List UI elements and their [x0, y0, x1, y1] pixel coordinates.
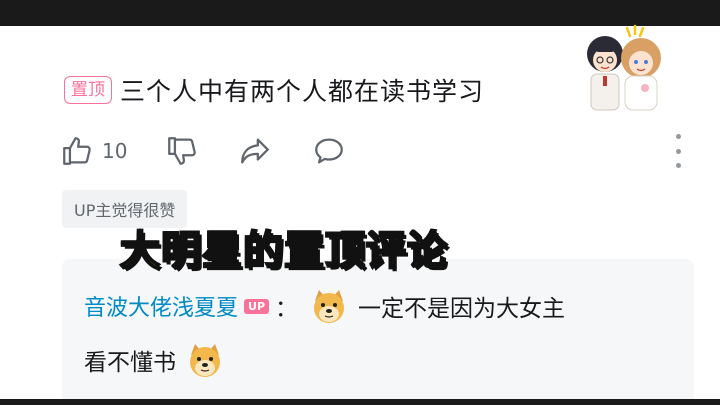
like-count: 10 [102, 139, 128, 163]
reply-colon: ： [275, 296, 299, 322]
thumbs-down-icon [168, 137, 197, 165]
reply-line: 音波大佬浅夏夏 UP ： 一定不是因为大女主 [84, 287, 565, 325]
action-bar: 10 [60, 131, 347, 171]
reply-username[interactable]: 音波大佬浅夏夏 [84, 290, 238, 322]
thumbs-up-icon [63, 137, 91, 165]
bottom-dark-bar [0, 399, 720, 405]
more-icon[interactable] [671, 134, 685, 168]
reply-text-line-1: 一定不是因为大女主 [358, 296, 566, 322]
up-tag: UP [244, 298, 270, 314]
share-icon [241, 138, 270, 164]
pinned-badge: 置顶 [64, 76, 112, 104]
dislike-button[interactable] [165, 134, 199, 168]
couple-sticker-icon [587, 24, 661, 111]
doge-emoji-icon [314, 290, 345, 323]
comment-text: 三个人中有两个人都在读书学习 [120, 77, 485, 106]
video-caption: 大明星的置顶评论 [119, 227, 448, 275]
reply-bubble-icon [315, 138, 344, 164]
share-button[interactable] [237, 134, 273, 168]
like-button[interactable]: 10 [60, 134, 127, 168]
reply-button[interactable] [311, 134, 347, 168]
pinned-comment: 置顶 三个人中有两个人都在读书学习 [64, 70, 484, 110]
doge-emoji-icon [190, 344, 220, 377]
reply-text-line-2: 看不懂书 [84, 350, 176, 376]
reply-line: 看不懂书 [84, 341, 224, 379]
reply-preview[interactable]: 音波大佬浅夏夏 UP ： 一定不是因为大女主 看不懂书 [62, 259, 694, 405]
